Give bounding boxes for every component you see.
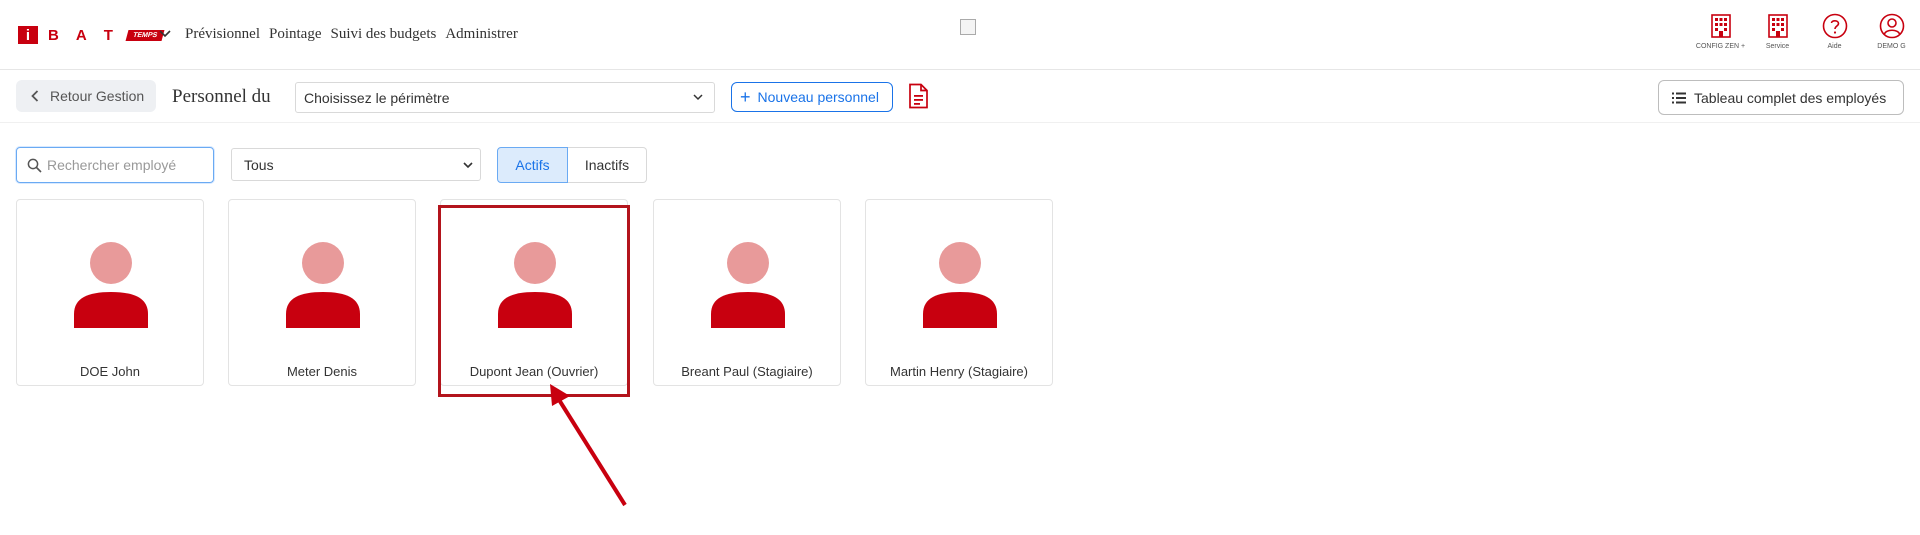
full-employee-table-label: Tableau complet des employés	[1694, 89, 1887, 106]
back-label: Retour Gestion	[50, 88, 145, 104]
list-icon	[1672, 92, 1686, 103]
person-avatar-icon	[923, 242, 997, 328]
document-export-icon[interactable]	[907, 83, 929, 109]
full-employee-table-button[interactable]: Tableau complet des employés	[1658, 80, 1904, 115]
header-actions: CONFIG ZEN + Service Aide DEMO G	[1692, 12, 1920, 51]
nav-item-previsionnel[interactable]: Prévisionnel	[185, 26, 260, 43]
user-menu-button[interactable]: DEMO G	[1863, 12, 1920, 51]
toggle-inactifs[interactable]: Inactifs	[568, 147, 647, 183]
employee-search[interactable]	[16, 147, 214, 183]
building-icon	[1767, 14, 1788, 38]
logo-mark: i	[18, 26, 38, 44]
building-icon	[1710, 14, 1731, 38]
annotation-arrow-icon	[550, 384, 627, 507]
nav-item-suivi-budgets[interactable]: Suivi des budgets	[331, 26, 437, 43]
app-header: i B A T TEMPS Prévisionnel Pointage Suiv…	[0, 0, 1920, 70]
toggle-actifs[interactable]: Actifs	[497, 147, 568, 183]
chevron-left-icon	[31, 90, 39, 102]
employee-card[interactable]: DOE John	[16, 199, 204, 386]
person-avatar-icon	[286, 242, 360, 328]
service-button[interactable]: Service	[1749, 12, 1806, 51]
nav-item-administrer[interactable]: Administrer	[445, 26, 518, 43]
person-avatar-icon	[711, 242, 785, 328]
help-button[interactable]: Aide	[1806, 12, 1863, 51]
chevron-down-icon[interactable]	[158, 27, 172, 41]
logo-letter: T	[103, 26, 113, 44]
type-filter-select[interactable]: Tous	[231, 148, 481, 181]
type-filter-value: Tous	[244, 156, 274, 173]
page-title: Personnel du	[172, 86, 271, 107]
person-avatar-icon	[74, 242, 148, 328]
page-toolbar: Retour Gestion Personnel du Choisissez l…	[0, 71, 1920, 123]
back-button[interactable]: Retour Gestion	[16, 80, 156, 112]
employee-name: Breant Paul (Stagiaire)	[681, 364, 813, 379]
logo-letters: B A T	[48, 27, 113, 44]
employee-card[interactable]: Breant Paul (Stagiaire)	[653, 199, 841, 386]
new-personnel-label: Nouveau personnel	[757, 89, 879, 105]
employee-name: Martin Henry (Stagiaire)	[890, 364, 1028, 379]
service-label: Service	[1765, 43, 1790, 50]
plus-icon: +	[740, 87, 751, 107]
broken-image-icon	[960, 19, 976, 35]
employee-name: Meter Denis	[286, 364, 358, 379]
employee-card[interactable]: Martin Henry (Stagiaire)	[865, 199, 1053, 386]
chevron-down-icon	[463, 162, 473, 169]
help-label: Aide	[1827, 43, 1842, 50]
logo-letter: A	[75, 26, 87, 44]
search-input[interactable]	[47, 157, 207, 173]
user-label: DEMO G	[1877, 43, 1906, 50]
search-icon	[27, 158, 42, 173]
perimeter-select-value: Choisissez le périmètre	[304, 89, 450, 106]
new-personnel-button[interactable]: + Nouveau personnel	[731, 82, 893, 112]
main-nav: Prévisionnel Pointage Suivi des budgets …	[185, 26, 518, 43]
config-zen-label: CONFIG ZEN +	[1695, 43, 1746, 50]
employee-name: DOE John	[80, 364, 140, 379]
perimeter-select[interactable]: Choisissez le périmètre	[295, 82, 715, 113]
ibat-logo[interactable]: i B A T TEMPS	[18, 25, 165, 45]
employee-card[interactable]: Meter Denis	[228, 199, 416, 386]
user-icon	[1879, 13, 1904, 39]
status-toggle: Actifs Inactifs	[497, 147, 647, 183]
nav-item-pointage[interactable]: Pointage	[269, 26, 322, 43]
config-zen-button[interactable]: CONFIG ZEN +	[1692, 12, 1749, 51]
chevron-down-icon	[693, 94, 703, 101]
logo-letter: B	[48, 26, 59, 44]
help-icon	[1822, 13, 1847, 39]
highlight-box	[438, 205, 630, 397]
